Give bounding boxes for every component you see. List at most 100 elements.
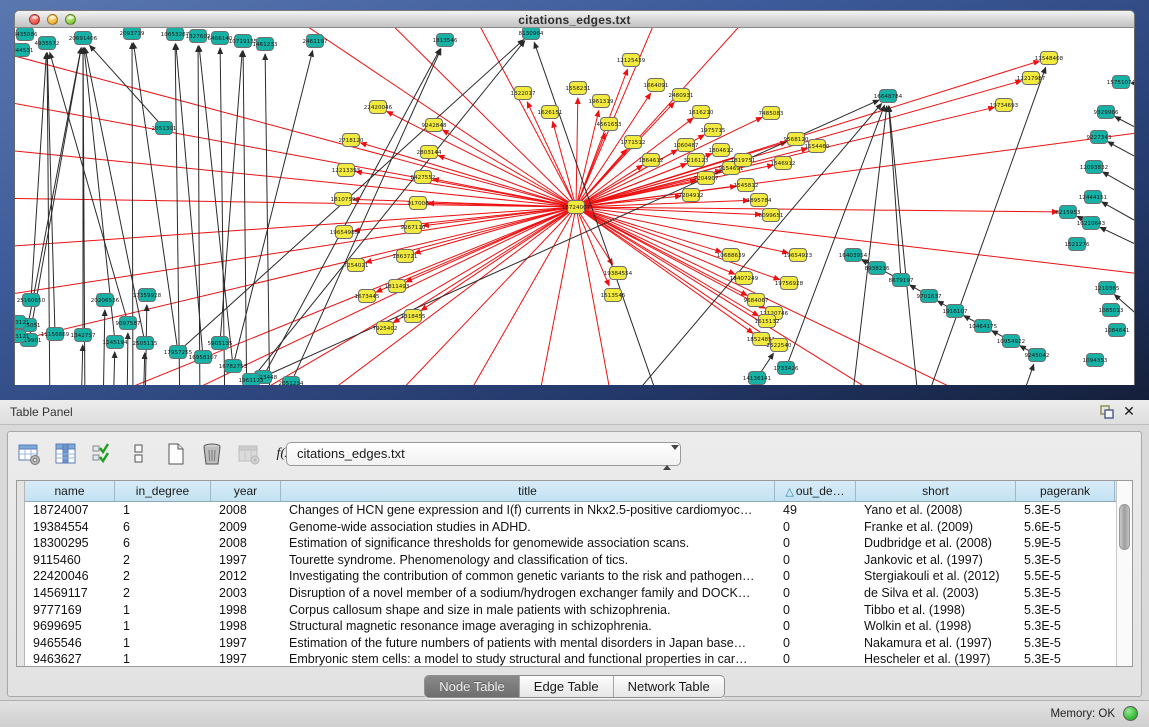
citation-edge-red <box>576 28 665 207</box>
table-cell: Franke et al. (2009) <box>856 519 1016 536</box>
citation-edge-red <box>576 207 780 280</box>
graph-node-label: 1673445 <box>355 294 380 300</box>
network-graph[interactable]: 4935572206914062093719106532871327602646… <box>15 28 1135 385</box>
graph-node-label: 4561653 <box>597 122 622 128</box>
graph-node-label: 1933121 <box>15 320 30 326</box>
graph-node-label: 1513545 <box>601 293 626 299</box>
graph-node-label: 1975715 <box>701 128 726 134</box>
table-row[interactable]: 946554611997Estimation of the future num… <box>25 635 1116 652</box>
close-panel-icon[interactable]: ✕ <box>1121 403 1137 419</box>
table-cell: 2012 <box>211 568 281 585</box>
table-panel-inner: f(x) citations_edges.txt namein_degreeye… <box>7 431 1142 697</box>
graph-node-label: 9684067 <box>744 298 769 304</box>
column-header-year[interactable]: year <box>211 481 281 501</box>
table-cell: 1 <box>115 502 211 519</box>
table-cell: 9777169 <box>25 602 115 619</box>
table-cell: 2008 <box>211 502 281 519</box>
column-header-name[interactable]: name <box>25 481 115 501</box>
table-row[interactable]: 1938455462009Genome-wide association stu… <box>25 519 1116 536</box>
table-cell: 1997 <box>211 552 281 569</box>
graph-node-label: 1615132 <box>755 319 780 325</box>
graph-node-label: 1895784 <box>747 198 772 204</box>
delete-rows-trash-icon[interactable] <box>198 440 226 468</box>
table-row[interactable]: 969969511998Structural magnetic resonanc… <box>25 618 1116 635</box>
graph-node-label: 1085013 <box>1099 308 1124 314</box>
delete-table-icon[interactable] <box>235 440 263 468</box>
graph-node-label: 1733426 <box>774 366 799 372</box>
graph-node-label: 2051301 <box>152 126 177 132</box>
row-height-icon[interactable] <box>125 440 153 468</box>
table-row[interactable]: 977716911998Corpus callosum shape and si… <box>25 602 1116 619</box>
graph-node-label: 8427552 <box>411 175 436 181</box>
new-document-icon[interactable] <box>162 440 190 468</box>
graph-node-label: 1558231 <box>566 86 591 92</box>
table-cell: 2 <box>115 568 211 585</box>
scrollbar-thumb[interactable] <box>1119 504 1130 550</box>
network-window-titlebar[interactable]: citations_edges.txt <box>14 10 1135 28</box>
table-column-icon[interactable] <box>52 440 80 468</box>
table-row[interactable]: 2242004622012Investigating the contribut… <box>25 568 1116 585</box>
graph-node-label: 9329966 <box>1094 110 1119 116</box>
table-row[interactable]: 1456911722003Disruption of a novel membe… <box>25 585 1116 602</box>
graph-node-label: 2051234 <box>279 381 304 385</box>
table-tabs-bar: Node TableEdge TableNetwork Table <box>8 675 1141 699</box>
vertical-scrollbar[interactable] <box>1116 481 1132 666</box>
graph-node-label: 1916107 <box>943 309 968 315</box>
graph-node-label: 16210643 <box>1077 221 1106 227</box>
graph-node-label: 12125439 <box>617 58 646 64</box>
table-cell: 0 <box>775 602 856 619</box>
tab-edge-table[interactable]: Edge Table <box>520 676 614 697</box>
graph-node-label: 19384554 <box>604 271 633 277</box>
sort-ascending-icon: △ <box>785 486 793 498</box>
graph-node-label: 9245042 <box>1025 353 1050 359</box>
table-cell: Estimation of the future numbers of pati… <box>281 635 775 652</box>
table-row[interactable]: 1872400712008Changes of HCN gene express… <box>25 502 1116 519</box>
column-header-pagerank[interactable]: pagerank <box>1016 481 1115 501</box>
citation-edge-black <box>920 67 1046 385</box>
table-settings-icon[interactable] <box>16 440 44 468</box>
graph-node-label: 2522540 <box>767 343 792 349</box>
network-select-combobox[interactable]: citations_edges.txt <box>286 442 681 466</box>
table-row[interactable]: 911546021997Tourette syndrome. Phenomeno… <box>25 552 1116 569</box>
graph-node-label: 1616210 <box>689 110 714 116</box>
graph-node-label: 12213393 <box>332 168 361 174</box>
graph-node-label: 1545812 <box>734 183 759 189</box>
table-row[interactable]: 1830029562008Estimation of significance … <box>25 535 1116 552</box>
table-cell: Investigating the contribution of common… <box>281 568 775 585</box>
network-canvas[interactable]: 4935572206914062093719106532871327602646… <box>14 28 1135 385</box>
table-cell: 9699695 <box>25 618 115 635</box>
graph-node-label: 7254021 <box>344 263 369 269</box>
memory-indicator-icon[interactable] <box>1123 706 1138 721</box>
select-rows-icon[interactable] <box>89 440 117 468</box>
column-header-in_degree[interactable]: in_degree <box>115 481 211 501</box>
graph-node-label: 1060487 <box>674 143 699 149</box>
table-cell: Corpus callosum shape and size in male p… <box>281 602 775 619</box>
graph-node-label: 14136141 <box>743 376 772 382</box>
graph-node-label: 17359928 <box>133 293 162 299</box>
tab-network-table[interactable]: Network Table <box>614 676 724 697</box>
graph-node-label: 1771512 <box>621 140 646 146</box>
graph-node-label: 8679197 <box>889 278 914 284</box>
citation-edge-red <box>15 207 576 298</box>
column-header-title[interactable]: title <box>281 481 775 501</box>
graph-node-label: 1810759 <box>331 197 356 203</box>
column-header-out_de[interactable]: △out_de… <box>775 481 856 501</box>
table-cell: 1 <box>115 635 211 652</box>
graph-node-label: 1145194 <box>103 340 128 346</box>
graph-node-label: 1626151 <box>538 110 563 116</box>
table-cell: 0 <box>775 618 856 635</box>
table-row[interactable]: 946362711997Embryonic stem cells: a mode… <box>25 651 1116 667</box>
graph-node-label: 9701637 <box>917 294 942 300</box>
table-cell: de Silva et al. (2003) <box>856 585 1016 602</box>
table-cell: 1997 <box>211 651 281 667</box>
graph-node-label: 8435086 <box>15 32 38 38</box>
citation-edge-black <box>291 49 441 383</box>
graph-node-label: 1864612 <box>639 158 664 164</box>
citation-edge-red <box>576 93 651 207</box>
citation-edge-black <box>143 353 145 385</box>
tab-node-table[interactable]: Node Table <box>425 676 520 697</box>
table-toolbar: f(x) citations_edges.txt <box>16 440 1133 474</box>
column-header-short[interactable]: short <box>856 481 1016 501</box>
float-panel-icon[interactable] <box>1099 404 1115 420</box>
citation-edge-black <box>132 43 133 385</box>
